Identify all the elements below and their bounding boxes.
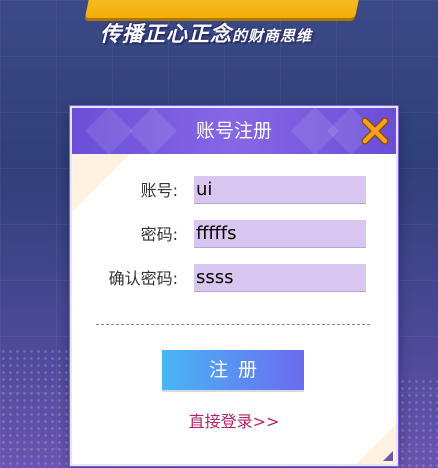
password-label: 密码:	[140, 225, 178, 244]
account-label: 账号:	[140, 181, 178, 200]
banner-subtitle-main: 传播正心正念	[100, 22, 232, 46]
account-input[interactable]: ui	[194, 176, 366, 204]
banner-logo-shape	[84, 0, 366, 18]
confirm-password-label: 确认密码:	[108, 269, 178, 288]
register-button[interactable]: 注册	[162, 350, 304, 390]
header-decoration	[128, 106, 178, 156]
banner-subtitle-small: 的财商思维	[232, 27, 313, 45]
resize-grip-icon	[383, 451, 393, 461]
register-dialog: 账号注册 账号: ui 密码: fffffs 确认密码: ssss 注册 直接登…	[70, 106, 398, 466]
header-decoration	[84, 106, 134, 156]
confirm-password-input[interactable]: ssss	[194, 264, 366, 292]
close-button[interactable]	[360, 116, 390, 146]
password-row: 密码: fffffs	[72, 220, 396, 250]
divider	[96, 324, 370, 325]
account-row: 账号: ui	[72, 176, 396, 206]
confirm-password-row: 确认密码: ssss	[72, 264, 396, 294]
banner-subtitle: 传播正心正念的财商思维	[100, 18, 312, 48]
dialog-title: 账号注册	[195, 120, 272, 142]
close-x-icon	[361, 117, 389, 145]
password-input[interactable]: fffffs	[194, 220, 366, 248]
direct-login-link[interactable]: 直接登录>>	[72, 408, 396, 432]
top-banner: 传播正心正念的财商思维	[60, 0, 380, 60]
dialog-header: 账号注册	[72, 106, 396, 156]
